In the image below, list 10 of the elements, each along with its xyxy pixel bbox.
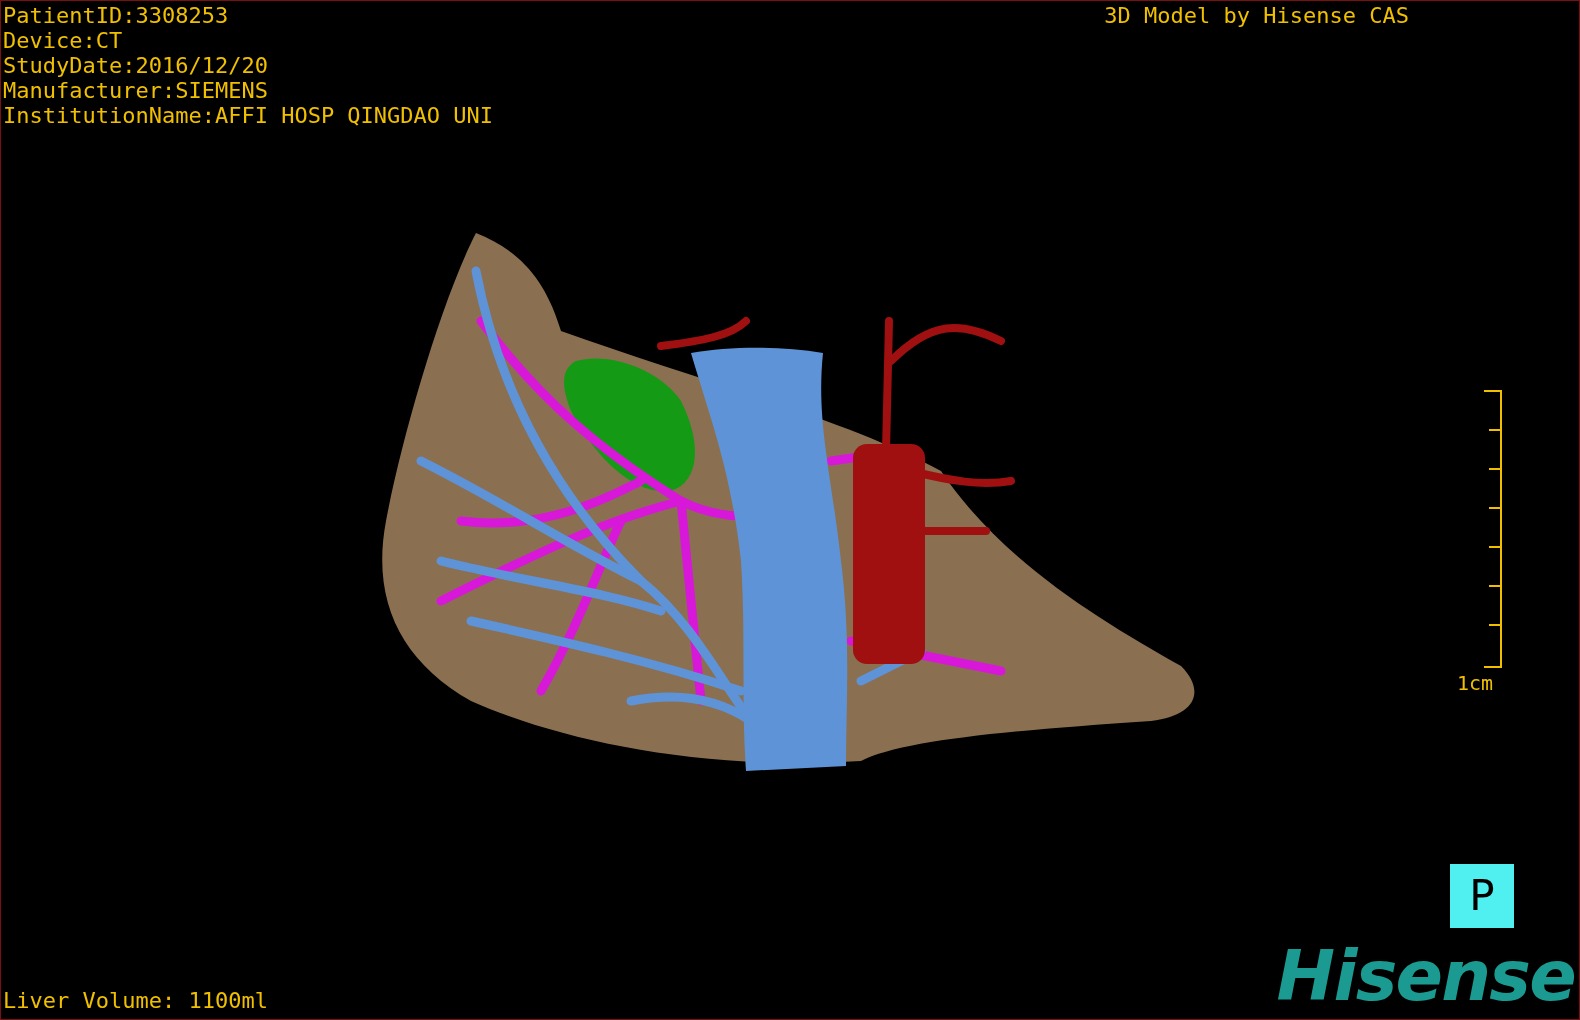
patient-info-line: Device:CT [3, 28, 124, 53]
patient-info-line: InstitutionName:AFFI HOSP QINGDAO UNI [3, 103, 494, 128]
orientation-marker: P [1450, 864, 1514, 928]
liver-volume-label: Liver Volume: 1100ml [3, 988, 268, 1013]
patient-info-line: PatientID:3308253 [3, 3, 230, 28]
credit-label: 3D Model by Hisense CAS [1104, 3, 1409, 28]
patient-info-line: Manufacturer:SIEMENS [3, 78, 269, 103]
patient-info-line: StudyDate:2016/12/20 [3, 53, 269, 78]
scale-label: 1cm [1457, 671, 1494, 695]
logo: Hisense [1276, 941, 1575, 1011]
